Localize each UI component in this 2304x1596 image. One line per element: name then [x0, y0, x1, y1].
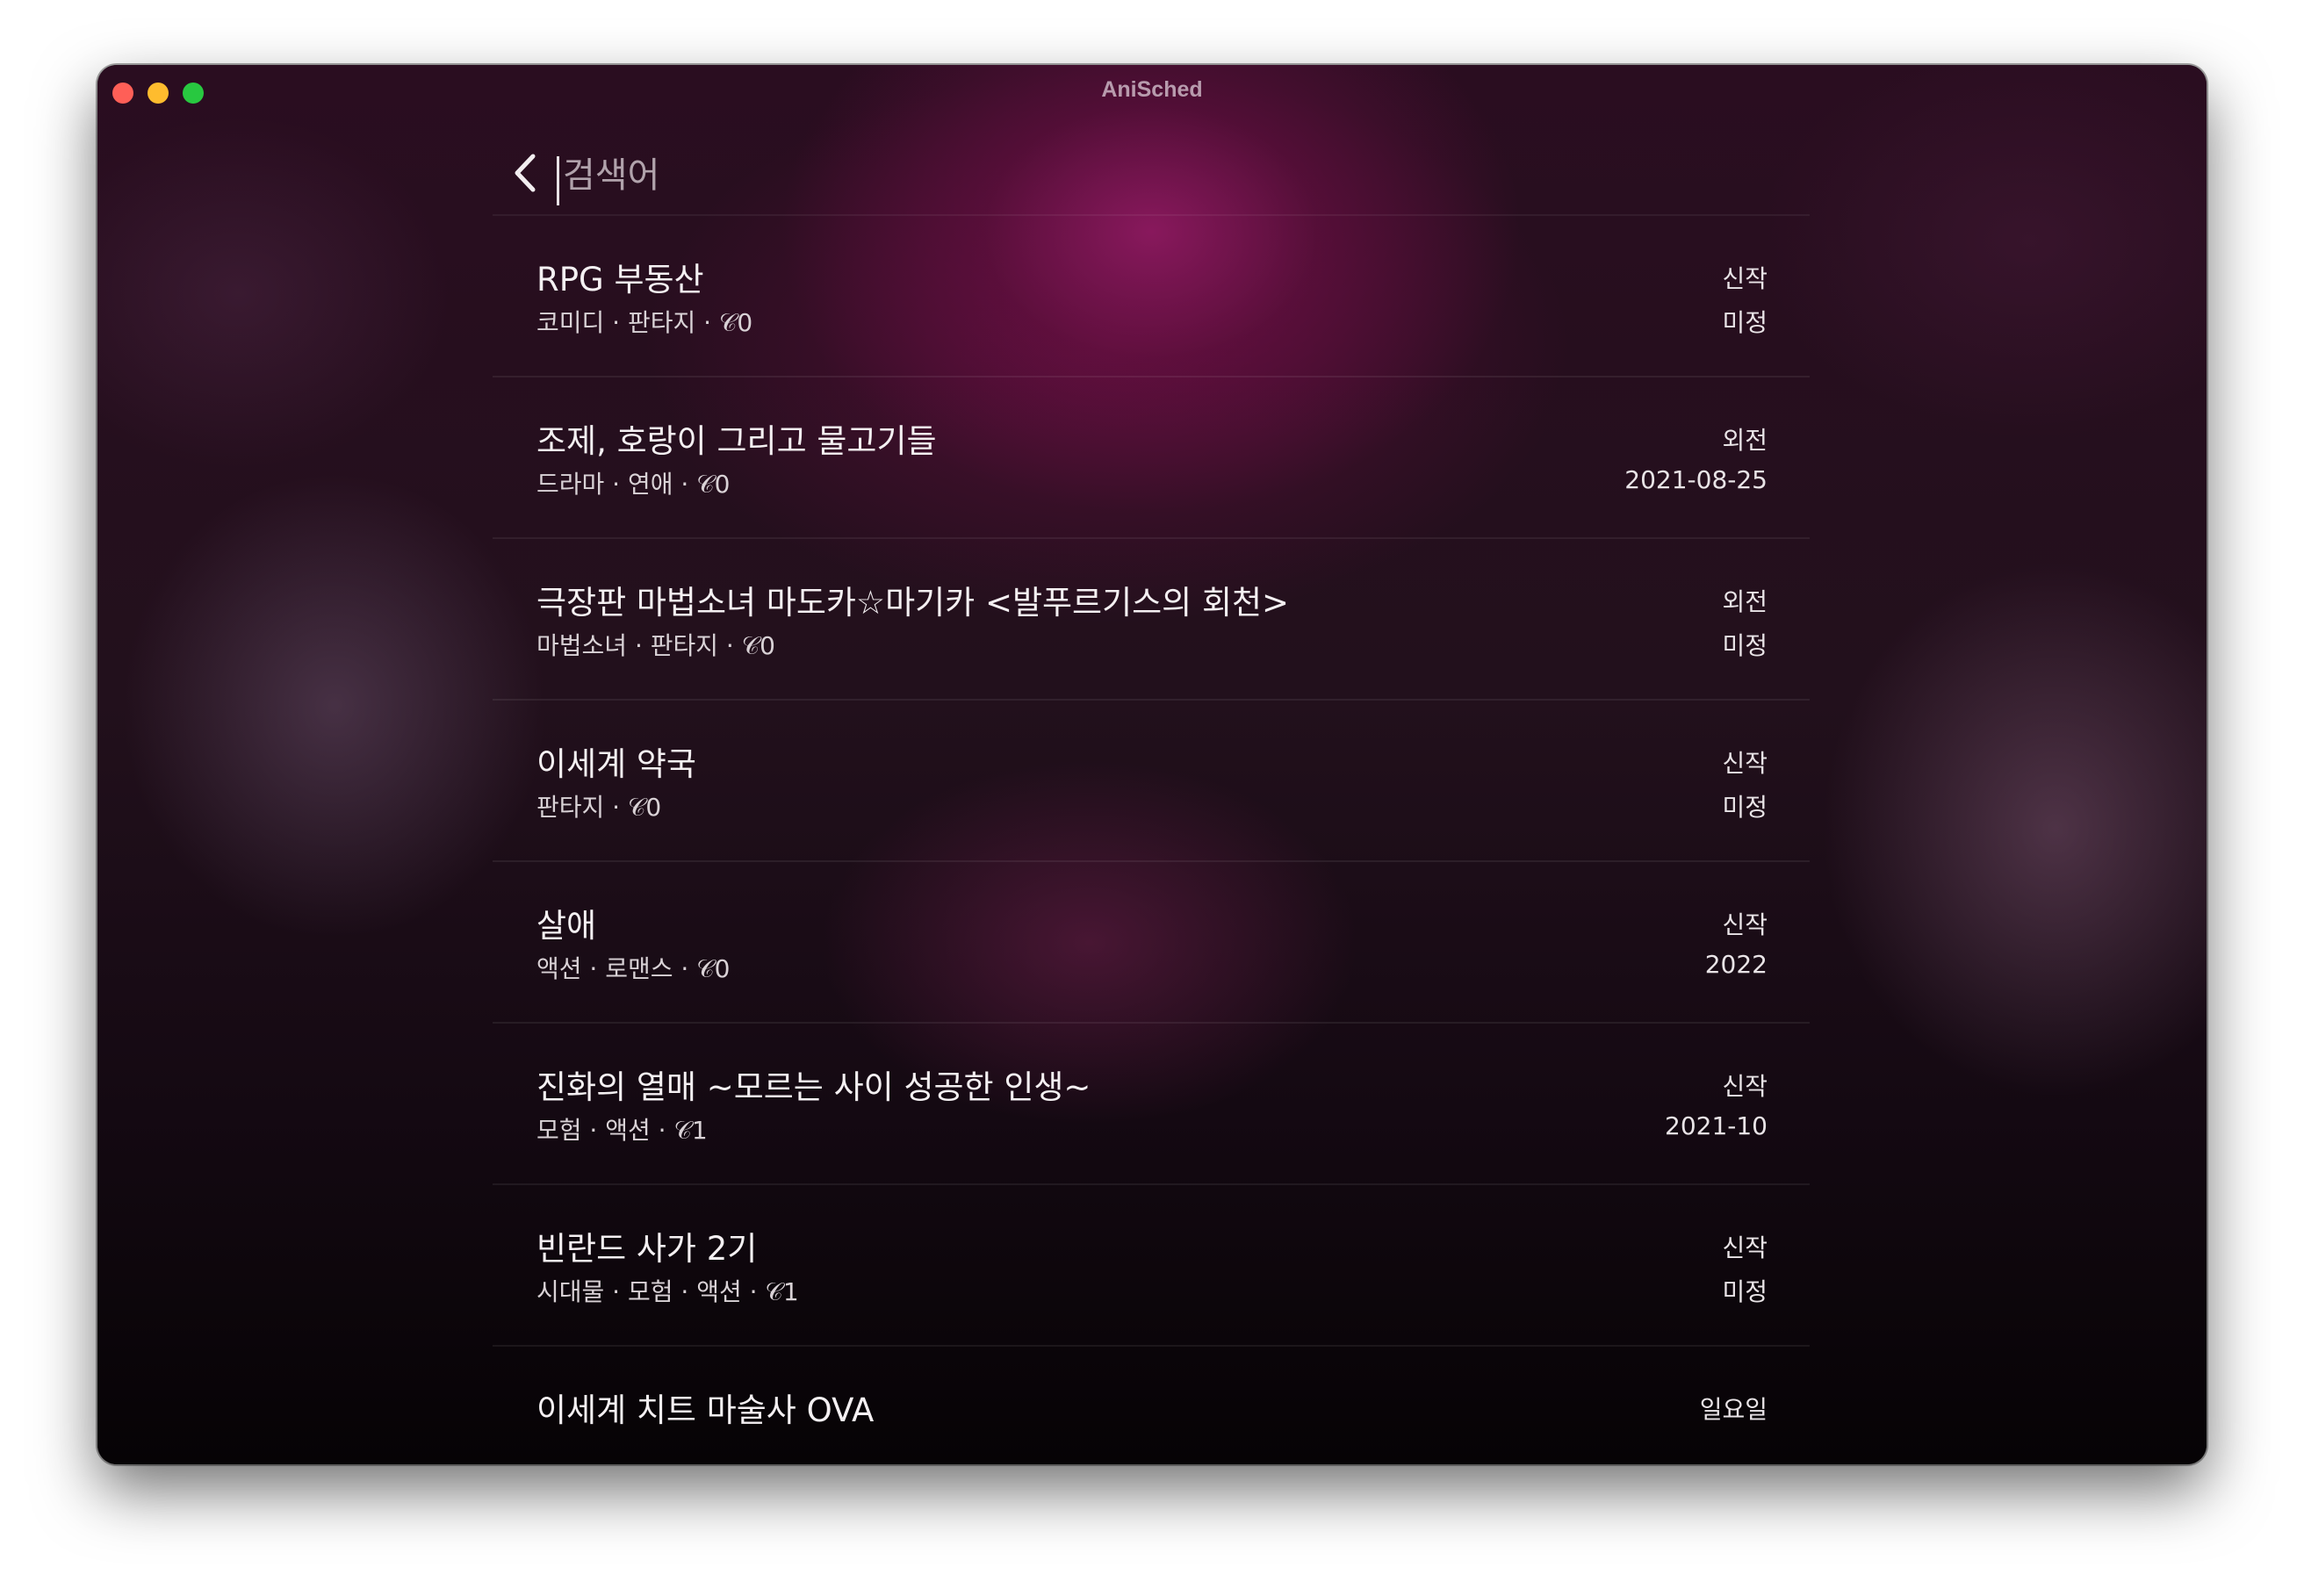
item-date: 2021-10	[1665, 1111, 1768, 1140]
title-bar: AniSched	[97, 65, 2207, 114]
item-status: 신작	[1722, 910, 1768, 939]
list-item[interactable]: 이세계 치트 마술사 OVA 일요일	[493, 1345, 1810, 1464]
item-status: 신작	[1722, 1072, 1768, 1101]
item-title: 진화의 열매 ~모르는 사이 성공한 인생~	[536, 1068, 1091, 1106]
list-item[interactable]: 빈란드 사가 2기 시대물 · 모험 · 액션 · 𝒞1 신작 미정	[493, 1183, 1810, 1345]
text-caret	[557, 156, 559, 205]
list-item[interactable]: 진화의 열매 ~모르는 사이 성공한 인생~ 모험 · 액션 · 𝒞1 신작 2…	[493, 1022, 1810, 1183]
item-title: RPG 부동산	[536, 261, 704, 298]
item-meta: 마법소녀 · 판타지 · 𝒞0	[536, 631, 775, 660]
item-title: 살애	[536, 907, 597, 945]
item-status: 신작	[1722, 749, 1768, 778]
item-meta: 모험 · 액션 · 𝒞1	[536, 1116, 708, 1145]
item-title: 이세계 치트 마술사 OVA	[536, 1391, 875, 1429]
list-item[interactable]: 조제, 호랑이 그리고 물고기들 드라마 · 연애 · 𝒞0 외전 2021-0…	[493, 376, 1810, 537]
item-date: 미정	[1722, 793, 1768, 822]
item-meta: 코미디 · 판타지 · 𝒞0	[536, 308, 753, 337]
item-status: 일요일	[1699, 1395, 1768, 1424]
window-title: AniSched	[1101, 77, 1203, 102]
search-input[interactable]	[563, 151, 1353, 200]
item-status: 외전	[1722, 587, 1768, 616]
search-bar	[493, 135, 1810, 211]
item-date: 2021-08-25	[1624, 465, 1768, 494]
item-meta: 판타지 · 𝒞0	[536, 793, 662, 822]
app-window: AniSched RPG 부동산 코미디 · 판타지 · 𝒞0 신작 미정 조제…	[97, 65, 2207, 1464]
item-title: 빈란드 사가 2기	[536, 1230, 758, 1268]
list-item[interactable]: 살애 액션 · 로맨스 · 𝒞0 신작 2022	[493, 860, 1810, 1022]
item-date: 미정	[1722, 308, 1768, 337]
item-status: 신작	[1722, 1233, 1768, 1262]
item-title: 이세계 약국	[536, 745, 696, 783]
item-meta: 시대물 · 모험 · 액션 · 𝒞1	[536, 1277, 799, 1306]
item-status: 신작	[1722, 264, 1768, 293]
item-status: 외전	[1722, 426, 1768, 455]
results-list: RPG 부동산 코미디 · 판타지 · 𝒞0 신작 미정 조제, 호랑이 그리고…	[493, 214, 1810, 1464]
item-meta: 액션 · 로맨스 · 𝒞0	[536, 954, 731, 983]
item-meta: 드라마 · 연애 · 𝒞0	[536, 470, 731, 499]
item-title: 조제, 호랑이 그리고 물고기들	[536, 422, 937, 460]
list-item[interactable]: 이세계 약국 판타지 · 𝒞0 신작 미정	[493, 699, 1810, 860]
list-item[interactable]: RPG 부동산 코미디 · 판타지 · 𝒞0 신작 미정	[493, 214, 1810, 376]
chevron-left-icon[interactable]	[510, 153, 540, 193]
item-date: 미정	[1722, 631, 1768, 660]
item-title: 극장판 마법소녀 마도카☆마기카 <발푸르기스의 회천>	[536, 584, 1290, 622]
list-item[interactable]: 극장판 마법소녀 마도카☆마기카 <발푸르기스의 회천> 마법소녀 · 판타지 …	[493, 537, 1810, 699]
item-date: 미정	[1722, 1277, 1768, 1306]
item-date: 2022	[1704, 950, 1768, 979]
